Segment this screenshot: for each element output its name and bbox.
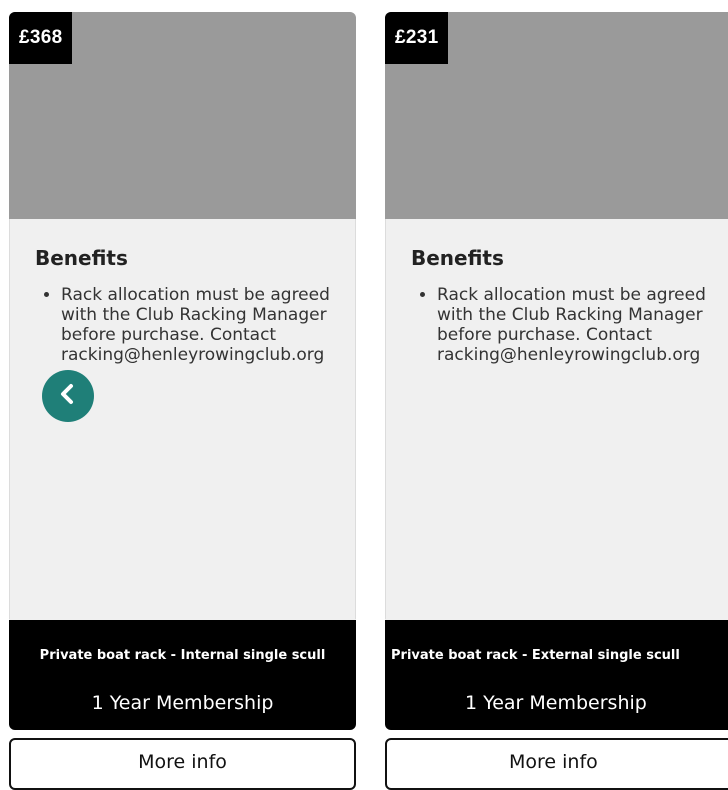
price-badge: £231 <box>385 12 449 64</box>
membership-card: £231 Benefits Rack allocation must be ag… <box>385 12 728 730</box>
card-body: Benefits Rack allocation must be agreed … <box>385 219 728 619</box>
product-name: Private boat rack - External single scul… <box>391 648 680 663</box>
card-footer: Private boat rack - External single scul… <box>385 620 728 730</box>
more-info-button[interactable]: More info <box>385 738 728 790</box>
card-image-placeholder: £368 <box>9 12 356 219</box>
price-badge: £368 <box>9 12 73 64</box>
product-name: Private boat rack - Internal single scul… <box>39 648 326 663</box>
benefit-item: Rack allocation must be agreed with the … <box>437 285 727 365</box>
benefits-heading: Benefits <box>35 246 128 270</box>
card-image-placeholder: £231 <box>385 12 728 219</box>
chevron-left-icon <box>57 383 79 410</box>
card-footer: Private boat rack - Internal single scul… <box>9 620 356 730</box>
benefits-heading: Benefits <box>411 246 504 270</box>
benefits-list: Rack allocation must be agreed with the … <box>411 285 727 365</box>
membership-duration: 1 Year Membership <box>465 692 647 714</box>
benefit-item: Rack allocation must be agreed with the … <box>61 285 351 365</box>
membership-duration: 1 Year Membership <box>91 692 274 714</box>
back-button[interactable] <box>42 370 94 422</box>
more-info-button[interactable]: More info <box>9 738 356 790</box>
benefits-list: Rack allocation must be agreed with the … <box>35 285 351 365</box>
